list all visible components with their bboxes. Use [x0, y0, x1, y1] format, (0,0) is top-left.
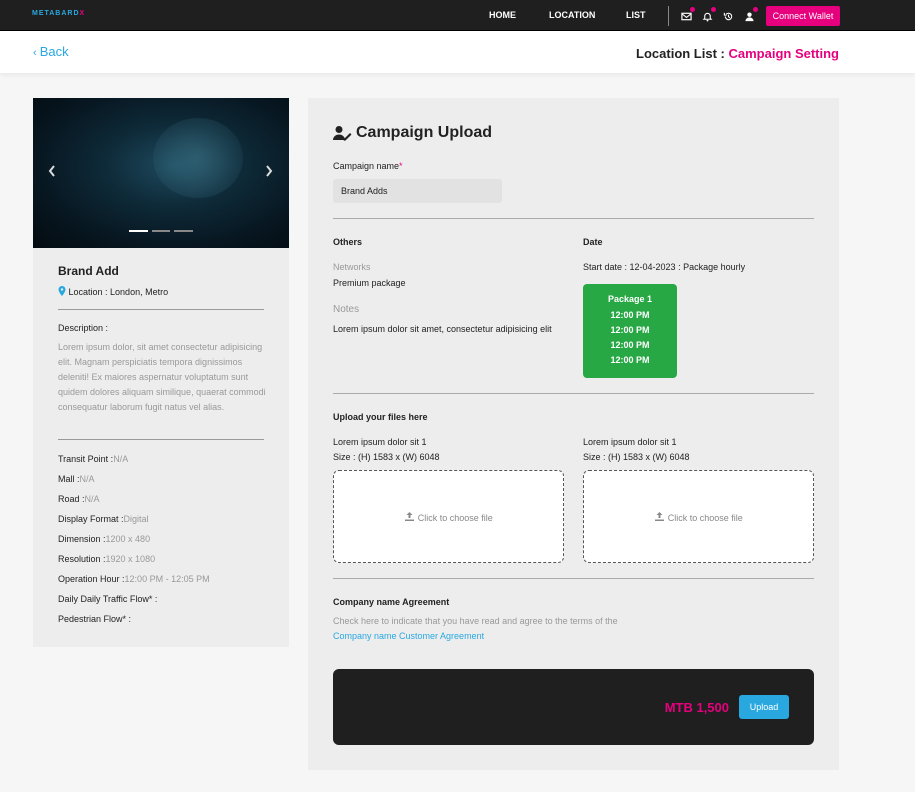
- breadcrumb-prefix: Location List :: [636, 46, 729, 61]
- dropzone-cta: Click to choose file: [584, 511, 813, 523]
- carousel-indicator-1[interactable]: [129, 230, 148, 232]
- agreement-title: Company name Agreement: [333, 597, 450, 607]
- notes-label: Notes: [333, 304, 360, 315]
- nav-divider: [668, 6, 669, 26]
- file-2-title: Lorem ipsum dolor sit 1: [583, 437, 677, 447]
- time-slot: 12:00 PM: [610, 340, 650, 350]
- time-slot: 12:00 PM: [610, 355, 650, 365]
- file-dropzone-1[interactable]: Click to choose file: [333, 470, 564, 563]
- payment-bar: MTB 1,500 Upload: [333, 669, 814, 745]
- networks-value: Premium package: [333, 278, 406, 288]
- package-card[interactable]: Package 1 12:00 PM 12:00 PM 12:00 PM 12:…: [583, 284, 677, 378]
- start-date-value: Start date : 12-04-2023 : Package hourly: [583, 262, 746, 272]
- spec-pedestrian-flow: Pedestrian Flow* :: [58, 614, 132, 624]
- dropzone-cta: Click to choose file: [334, 511, 563, 523]
- logo-part-2: ARD: [61, 10, 80, 17]
- agreement-link[interactable]: Company name Customer Agreement: [333, 631, 484, 641]
- spec-display-format: Display Format :Digital: [58, 514, 149, 524]
- bell-icon[interactable]: [702, 7, 716, 22]
- sub-header: ‹ Back Location List : Campaign Setting: [0, 31, 915, 73]
- file-2-size: Size : (H) 1583 x (W) 6048: [583, 452, 690, 462]
- spec-operation-hour: Operation Hour :12:00 PM - 12:05 PM: [58, 574, 210, 584]
- user-edit-icon: [333, 125, 352, 141]
- breadcrumb-current: Campaign Setting: [728, 46, 839, 61]
- top-navbar: METABARDX HOME LOCATION LIST Connect Wal…: [0, 0, 915, 31]
- location-card: Brand Add Location : London, Metro Descr…: [33, 98, 289, 647]
- back-link[interactable]: ‹ Back: [33, 44, 69, 59]
- others-label: Others: [333, 237, 363, 247]
- chevron-left-icon: ‹: [33, 47, 40, 59]
- campaign-name-input[interactable]: [333, 179, 502, 203]
- campaign-title: Campaign Upload: [356, 124, 493, 141]
- carousel-indicator-3[interactable]: [174, 230, 193, 232]
- map-pin-icon: [58, 286, 69, 297]
- spec-road: Road :N/A: [58, 494, 100, 504]
- image-carousel[interactable]: [33, 98, 289, 248]
- breadcrumb: Location List : Campaign Setting: [636, 46, 839, 61]
- networks-label: Networks: [333, 262, 371, 272]
- spec-dimension: Dimension :1200 x 480: [58, 534, 151, 544]
- file-1-title: Lorem ipsum dolor sit 1: [333, 437, 427, 447]
- location-text: Location : London, Metro: [68, 287, 169, 297]
- carousel-image: [153, 118, 243, 198]
- upload-button[interactable]: Upload: [739, 695, 789, 719]
- nav-list-link[interactable]: LIST: [626, 10, 646, 20]
- spec-transit-point: Transit Point :N/A: [58, 454, 129, 464]
- time-slot: 12:00 PM: [610, 310, 650, 320]
- spec-resolution: Resolution :1920 x 1080: [58, 554, 156, 564]
- description-text: Lorem ipsum dolor, sit amet consectetur …: [58, 342, 266, 412]
- connect-wallet-button[interactable]: Connect Wallet: [766, 6, 840, 26]
- back-label: Back: [39, 44, 69, 59]
- upload-section-label: Upload your files here: [333, 412, 428, 422]
- mail-icon[interactable]: [681, 7, 695, 21]
- file-1-size: Size : (H) 1583 x (W) 6048: [333, 452, 440, 462]
- upload-icon: [655, 512, 665, 521]
- file-dropzone-2[interactable]: Click to choose file: [583, 470, 814, 563]
- date-label: Date: [583, 237, 603, 247]
- time-slot: 12:00 PM: [610, 325, 650, 335]
- carousel-indicator-2[interactable]: [152, 230, 170, 232]
- campaign-upload-panel: Campaign Upload Campaign name* Others Ne…: [308, 98, 839, 770]
- card-divider: [58, 309, 264, 310]
- carousel-prev-icon[interactable]: [47, 164, 57, 181]
- spec-daily-traffic-flow: Daily Daily Traffic Flow* :: [58, 594, 158, 604]
- section-divider: [333, 218, 814, 219]
- card-divider: [58, 439, 264, 440]
- location-address: Location : London, Metro: [58, 286, 168, 297]
- campaign-name-label: Campaign name*: [333, 161, 403, 171]
- description-label: Description :: [58, 323, 109, 333]
- section-divider: [333, 578, 814, 579]
- package-title: Package 1: [607, 294, 653, 304]
- price-amount: MTB 1,500: [664, 700, 729, 715]
- location-title: Brand Add: [58, 264, 119, 278]
- agreement-text: Check here to indicate that you have rea…: [333, 616, 618, 626]
- logo-part-3: X: [79, 10, 86, 17]
- upload-icon: [405, 512, 415, 521]
- logo-part-1: METAB: [32, 10, 62, 17]
- spec-mall: Mall :N/A: [58, 474, 95, 484]
- nav-location-link[interactable]: LOCATION: [549, 10, 595, 20]
- history-icon[interactable]: [723, 9, 735, 21]
- notes-value: Lorem ipsum dolor sit amet, consectetur …: [333, 324, 552, 334]
- brand-logo[interactable]: METABARDX: [32, 10, 85, 17]
- nav-home-link[interactable]: HOME: [489, 10, 516, 20]
- user-icon[interactable]: [744, 7, 758, 22]
- section-divider: [333, 393, 814, 394]
- carousel-next-icon[interactable]: [264, 164, 274, 181]
